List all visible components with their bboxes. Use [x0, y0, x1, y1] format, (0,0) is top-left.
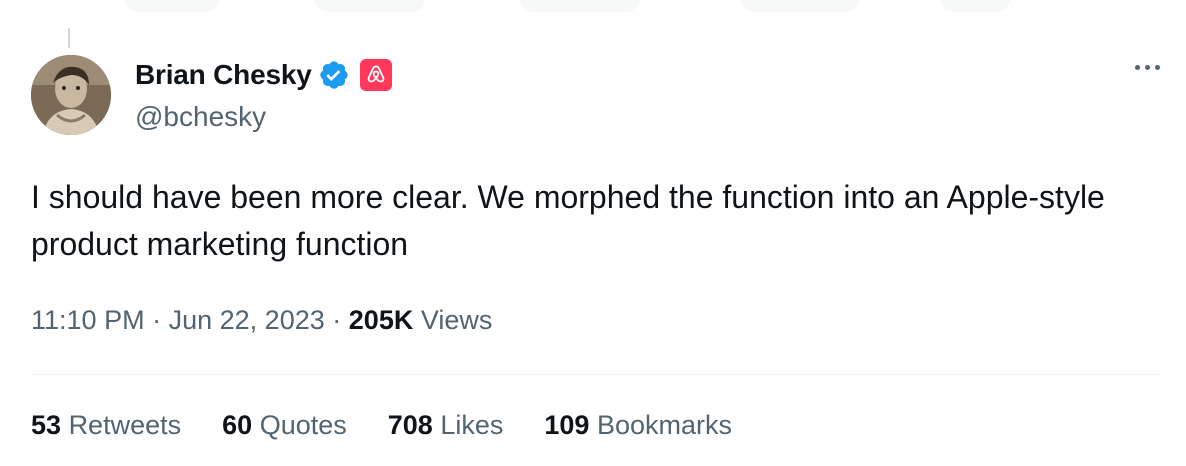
avatar-photo — [31, 55, 111, 135]
author-row: Brian Chesky — [135, 57, 392, 93]
author-handle[interactable]: @bchesky — [135, 101, 266, 133]
author-name[interactable]: Brian Chesky — [135, 59, 312, 91]
divider — [31, 374, 1162, 375]
tweet-time[interactable]: 11:10 PM — [31, 305, 145, 335]
quotes-stat[interactable]: 60 Quotes — [222, 410, 347, 441]
tweet-header: Brian Chesky @bchesky — [135, 55, 1166, 135]
previous-tweet-actions — [0, 0, 1186, 22]
retweets-stat[interactable]: 53 Retweets — [31, 410, 181, 441]
tweet-meta: 11:10 PM · Jun 22, 2023 · 205K Views — [31, 305, 492, 336]
meta-separator: · — [332, 305, 342, 335]
likes-stat[interactable]: 708 Likes — [388, 410, 504, 441]
views-label: Views — [420, 305, 493, 335]
verified-badge-icon[interactable] — [318, 59, 350, 91]
views-count: 205K — [348, 305, 414, 335]
airbnb-logo-icon[interactable] — [359, 59, 392, 91]
tweet-text: I should have been more clear. We morphe… — [31, 179, 1105, 262]
engagement-stats: 53 Retweets 60 Quotes 708 Likes 109 Book… — [31, 410, 773, 441]
tweet-date[interactable]: Jun 22, 2023 — [169, 305, 325, 335]
avatar[interactable] — [31, 55, 111, 135]
more-options-icon[interactable] — [1135, 65, 1160, 70]
thread-connector — [68, 28, 70, 48]
bookmarks-stat[interactable]: 109 Bookmarks — [544, 410, 732, 441]
meta-separator: · — [152, 305, 162, 335]
